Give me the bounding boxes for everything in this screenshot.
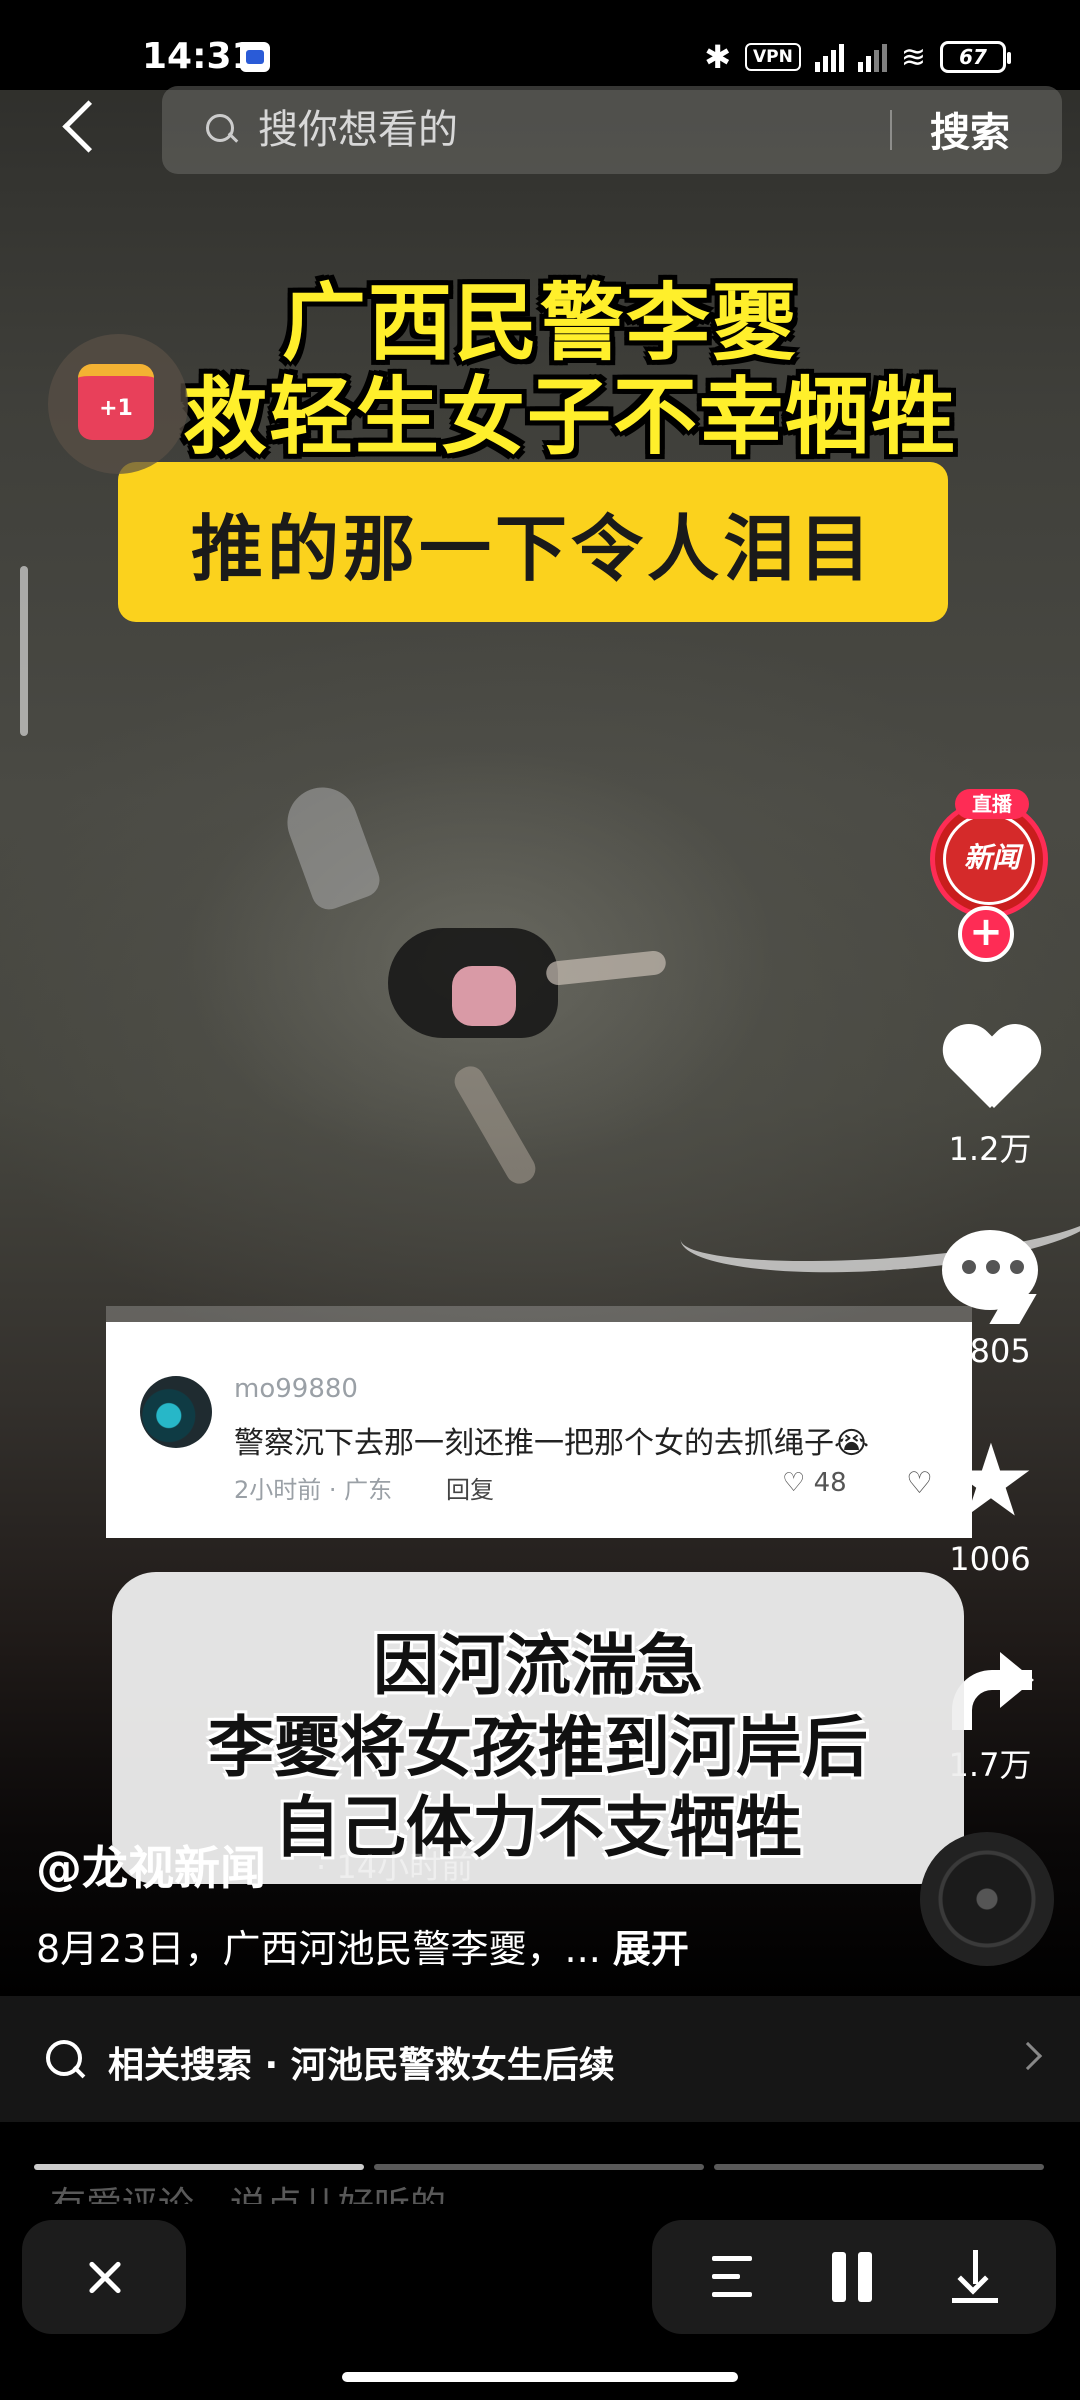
comment-text: 警察沉下去那一刻还推一把那个女的去抓绳子😭 (234, 1426, 870, 1461)
search-button[interactable]: 搜索 (930, 100, 1010, 158)
bluetooth-icon: ✱ (704, 38, 732, 76)
featured-comment-card[interactable]: mo99880 警察沉下去那一刻还推一把那个女的去抓绳子😭 2小时前 · 广东 … (106, 1322, 972, 1538)
progress-segment (34, 2164, 364, 2170)
progress-segment (374, 2164, 704, 2170)
author-name[interactable]: @龙视新闻 (36, 1832, 266, 1898)
search-bar[interactable]: 搜索 (162, 86, 1062, 174)
search-input[interactable] (258, 102, 818, 158)
chevron-right-icon (1013, 2041, 1043, 2071)
signal-icon-2 (857, 42, 887, 72)
red-envelope-bonus[interactable]: +1 (48, 334, 188, 474)
music-disc-icon[interactable] (920, 1832, 1054, 1966)
home-indicator[interactable] (342, 2372, 738, 2382)
like-button[interactable] (942, 1018, 1040, 1116)
status-icons: ✱ VPN ≋ 67 (704, 38, 1011, 76)
comment-meta: 2小时前 · 广东 (234, 1476, 393, 1504)
download-icon[interactable] (952, 2250, 998, 2304)
avatar-logo: 新闻 (963, 841, 1020, 874)
related-search-text: 相关搜索 · 河池民警救女生后续 (108, 2045, 615, 2086)
search-icon (206, 114, 238, 146)
search-divider (890, 110, 892, 150)
follow-button[interactable]: + (958, 906, 1014, 962)
app-notification-icon (240, 42, 270, 72)
commenter-name[interactable]: mo99880 (234, 1374, 358, 1404)
video-subtitle-box: 推的那一下令人泪目 (118, 462, 948, 622)
wifi-icon: ≋ (900, 39, 926, 75)
comment-like-button[interactable]: ♡ 48 (782, 1468, 847, 1498)
comment-input-hint[interactable]: 有爱评论，说点儿好听的 (50, 2176, 446, 2204)
search-icon (46, 2040, 86, 2080)
video-subtitle: 推的那一下令人泪目 (190, 506, 875, 591)
video-figure-girl-detail (452, 966, 516, 1026)
expand-button[interactable]: 展开 (613, 1927, 689, 1971)
signal-icon (814, 42, 844, 72)
player-controls (652, 2220, 1056, 2334)
live-badge: 直播 (955, 789, 1029, 819)
playlist-icon[interactable] (712, 2256, 756, 2298)
post-description-text: 8月23日，广西河池民警李夒，... (36, 1927, 601, 1971)
comment-icon-dots (962, 1260, 1024, 1274)
comment-dislike-button[interactable]: ♡ (906, 1466, 933, 1501)
pause-icon[interactable] (832, 2252, 876, 2302)
red-envelope-icon: +1 (78, 364, 154, 440)
like-count: 1.2万 (948, 1130, 1032, 1168)
related-search-bar[interactable]: 相关搜索 · 河池民警救女生后续 (0, 1996, 1080, 2122)
progress-segment (714, 2164, 1044, 2170)
favorite-count: 1006 (949, 1540, 1031, 1578)
commenter-avatar[interactable] (140, 1376, 212, 1448)
post-description: 8月23日，广西河池民警李夒，... 展开 (36, 1918, 689, 1973)
status-bar: 14:31 ✱ VPN ≋ 67 (0, 0, 1080, 90)
back-button[interactable] (50, 92, 110, 162)
share-icon (952, 1652, 1034, 1730)
vpn-icon: VPN (745, 43, 801, 71)
author-avatar[interactable]: 新闻 直播 (930, 789, 1048, 918)
avatar-logo-circle: 新闻 (943, 813, 1035, 905)
comment-reply-button[interactable]: 回复 (446, 1470, 494, 1505)
bonus-label: +1 (99, 396, 133, 421)
side-scroll-indicator (20, 566, 28, 736)
post-time: · 14小时前 (316, 1848, 474, 1886)
close-button[interactable] (22, 2220, 186, 2334)
battery-icon: 67 (940, 41, 1011, 73)
